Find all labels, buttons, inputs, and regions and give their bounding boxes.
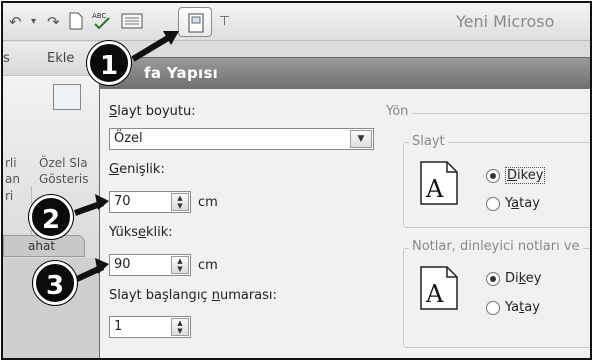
dialog-title: fa Yapısı [144,64,219,82]
slide-size-label: Slayt boyutu: [109,104,196,119]
radio-selected-icon [486,168,500,183]
slide-orientation-label: Slayt [409,134,448,149]
page-setup-icon [188,13,204,33]
ribbon-tab-partial[interactable]: s [3,51,10,66]
chevron-down-icon[interactable]: ▼ [350,130,372,148]
slide-size-value: Özel [114,131,143,146]
svg-text:A: A [425,175,444,203]
document-icon[interactable] [69,12,83,32]
orientation-group-label: Yön [386,104,413,119]
ribbon-label: an [5,172,20,186]
dialog-titlebar: fa Yapısı [100,58,590,89]
height-value: 90 [114,257,131,272]
slides-icon[interactable] [121,12,143,32]
start-number-input[interactable]: 1 ▲ ▼ [109,316,191,338]
quick-access-toolbar: ↶ ▾ ↷ ABC ⊤ Yeni Microso [3,3,590,41]
window-title: Yeni Microso [456,12,555,31]
notes-landscape-radio[interactable]: Yatay [486,300,540,315]
width-input[interactable]: 70 ▲ ▼ [109,191,191,213]
callout-marker-3: 3 [33,261,77,305]
redo-icon[interactable]: ↷ [47,12,60,32]
ribbon-tab-insert[interactable]: Ekle [47,51,74,66]
width-unit: cm [198,195,218,210]
height-input[interactable]: 90 ▲ ▼ [109,254,191,276]
radio-icon [486,300,500,315]
radio-selected-icon [486,271,500,286]
start-number-spinner[interactable]: ▲ ▼ [171,318,189,336]
portrait-page-icon: A [420,161,458,205]
start-number-label: Slayt başlangıç numarası: [109,288,277,303]
width-label: Genişlik: [109,162,165,177]
ribbon-label: ri [5,189,14,203]
slide-portrait-radio[interactable]: Dikey [486,167,546,184]
slide-size-select[interactable]: Özel ▼ [109,128,374,150]
height-spinner[interactable]: ▲ ▼ [171,256,189,274]
portrait-page-icon: A [420,266,458,310]
view-tab-chip[interactable]: ahat [3,235,85,257]
callout-marker-2: 2 [29,195,73,239]
slideshow-icon[interactable] [53,84,81,110]
custom-slideshow-label-2[interactable]: Gösteris [39,172,89,186]
page-setup-dialog: fa Yapısı Slayt boyutu: Özel ▼ Genişlik:… [99,57,590,358]
width-value: 70 [114,194,131,209]
customize-qat-icon[interactable]: ⊤ [219,12,230,32]
page-setup-button[interactable] [178,7,212,37]
spelling-icon[interactable]: ABC [91,9,113,30]
notes-portrait-radio[interactable]: Dikey [486,271,541,286]
orientation-group-line [390,113,590,114]
height-label: Yükseklik: [109,225,173,240]
width-spinner[interactable]: ▲ ▼ [171,193,189,211]
screenshot-frame: ↶ ▾ ↷ ABC ⊤ Yeni Microso s Ekle rli an r… [1,1,592,360]
custom-slideshow-label[interactable]: Özel Sla [39,156,88,170]
radio-icon [486,196,500,211]
notes-orientation-label: Notlar, dinleyici notları ve [409,239,583,254]
slide-landscape-radio[interactable]: Yatay [486,196,540,211]
svg-text:ABC: ABC [92,12,106,20]
svg-text:A: A [425,280,444,308]
undo-icon[interactable]: ↶ [9,12,22,32]
height-unit: cm [198,258,218,273]
dropdown-icon[interactable]: ▾ [31,12,36,32]
start-number-value: 1 [114,319,123,334]
ribbon-label: rli [5,156,17,170]
callout-marker-1: 1 [87,41,131,85]
